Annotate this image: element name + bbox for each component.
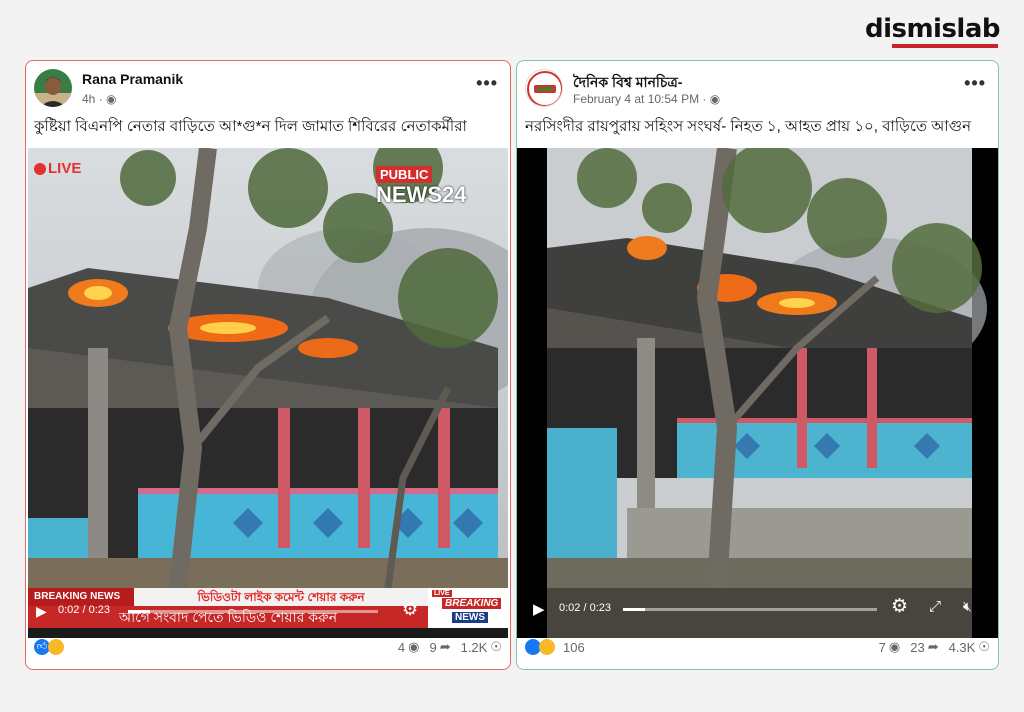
share-icon: ➦: [927, 639, 939, 654]
share-count[interactable]: 9 ➦: [429, 639, 450, 655]
video-player[interactable]: LIVE PUBLIC NEWS24 BREAKING NEWS ভিডিওটা…: [28, 148, 508, 638]
post-footer: 106 7 ◉ 23 ➦ 4.3K ☉: [525, 637, 990, 661]
video-progress-fill: [128, 610, 150, 613]
view-count: 1.2K ☉: [460, 639, 502, 655]
share-count[interactable]: 23 ➦: [910, 639, 938, 655]
eye-icon: ☉: [490, 639, 502, 654]
post-time[interactable]: 4h: [82, 92, 95, 106]
comment-icon: ◉: [408, 639, 420, 654]
share-icon: ➦: [439, 639, 451, 654]
post-footer: 👍︎ 4 ◉ 9 ➦ 1.2K ☉: [34, 637, 502, 661]
reactions[interactable]: 👍︎: [34, 639, 64, 655]
play-icon[interactable]: ▶: [533, 600, 545, 618]
video-frame: [517, 148, 998, 638]
settings-gear-icon[interactable]: ⚙: [402, 599, 418, 620]
video-progress-track[interactable]: [128, 610, 378, 613]
author-avatar[interactable]: [34, 69, 72, 107]
mute-icon[interactable]: 🔇︎: [963, 598, 972, 615]
post-meta: 4h · ◉: [82, 92, 117, 106]
globe-icon: ◉: [709, 92, 721, 106]
post-stats: 4 ◉ 9 ➦ 1.2K ☉: [398, 639, 502, 655]
brand-underline: [892, 44, 998, 48]
live-badge: LIVE: [34, 160, 81, 177]
view-count: 4.3K ☉: [948, 639, 990, 655]
post-header: দৈনিক বিশ্ব মানচিত্র- February 4 at 10:5…: [525, 67, 990, 111]
video-time: 0:02 / 0:23: [559, 602, 611, 614]
video-frame: [28, 148, 508, 638]
globe-icon: ◉: [106, 92, 117, 106]
facebook-post-right: দৈনিক বিশ্ব মানচিত্র- February 4 at 10:5…: [516, 60, 999, 670]
page-avatar[interactable]: [525, 69, 563, 107]
sad-icon: [539, 639, 555, 655]
reaction-count[interactable]: 106: [563, 640, 585, 655]
video-player[interactable]: ▶ 0:02 / 0:23 ⚙ ⤢ 🔇︎: [517, 148, 998, 638]
post-meta: February 4 at 10:54 PM · ◉: [573, 92, 721, 106]
more-options-icon[interactable]: •••: [964, 73, 986, 94]
breaking-corner-logo: LIVE BREAKING NEWS: [428, 588, 508, 628]
reactions[interactable]: 106: [525, 639, 585, 655]
author-name[interactable]: Rana Pramanik: [82, 71, 183, 87]
ticker-line-1: ভিডিওটা লাইক কমেন্ট শেয়ার করুন: [134, 588, 428, 606]
post-caption: কুষ্টিয়া বিএনপি নেতার বাড়িতে আ*গু*ন দি…: [34, 118, 467, 135]
post-time[interactable]: February 4 at 10:54 PM: [573, 92, 699, 106]
play-icon[interactable]: ▶: [36, 603, 47, 620]
channel-logo: PUBLIC NEWS24: [376, 166, 467, 207]
video-progress-fill: [623, 608, 646, 611]
comment-count[interactable]: 4 ◉: [398, 639, 420, 655]
post-stats: 7 ◉ 23 ➦ 4.3K ☉: [879, 639, 990, 655]
play-dot-icon: [34, 162, 46, 175]
post-header: Rana Pramanik 4h · ◉ •••: [34, 67, 502, 111]
eye-icon: ☉: [978, 639, 990, 654]
post-caption: নরসিংদীর রায়পুরায় সহিংস সংঘর্ষ- নিহত ১…: [525, 118, 972, 135]
fullscreen-icon[interactable]: ⤢: [929, 598, 941, 615]
facebook-post-left: Rana Pramanik 4h · ◉ ••• কুষ্টিয়া বিএনপ…: [25, 60, 511, 670]
sad-icon: [48, 639, 64, 655]
settings-gear-icon[interactable]: ⚙: [891, 595, 908, 618]
more-options-icon[interactable]: •••: [476, 73, 498, 94]
video-progress-track[interactable]: [623, 608, 877, 611]
comment-icon: ◉: [888, 639, 901, 654]
video-time: 0:02 / 0:23: [58, 604, 110, 616]
comment-count[interactable]: 7 ◉: [879, 639, 901, 655]
brand-logo: dismislab: [864, 14, 1001, 44]
